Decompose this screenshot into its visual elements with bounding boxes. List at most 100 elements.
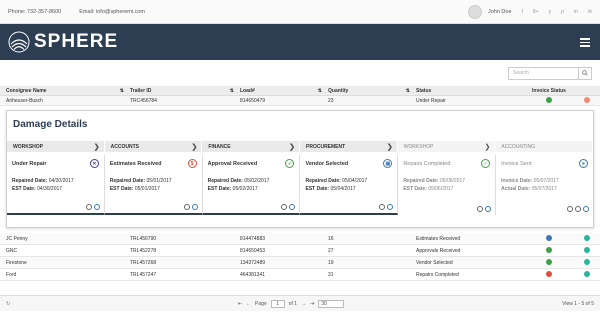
table-row[interactable]: Ford TRL457247 464381341 31 Repairs Complete… xyxy=(0,269,600,281)
user-name[interactable]: John Doe xyxy=(488,9,512,15)
send-icon: ➤ xyxy=(578,159,588,168)
facebook-icon[interactable]: f xyxy=(522,9,523,15)
brand-name: SPHERE xyxy=(34,31,119,52)
sphere-logo-icon xyxy=(8,31,30,53)
table-header: Consignee Name ⇅ Trailer ID ⇅ Load# ⇅ Quant… xyxy=(0,86,600,96)
phone-icon[interactable] xyxy=(582,206,589,212)
last-page-icon[interactable]: ⇥ xyxy=(310,301,314,307)
mail-icon[interactable]: ✉ xyxy=(588,9,592,15)
step-procurement[interactable]: PROCUREMENT ❯ xyxy=(300,141,398,152)
chevron-right-icon: ❯ xyxy=(484,143,491,151)
invoice-status-icon xyxy=(546,247,552,254)
user-menu[interactable]: John Doe xyxy=(467,4,512,19)
step-accounting[interactable]: ACCOUNTING xyxy=(495,141,594,152)
col-load[interactable]: Load# ⇅ xyxy=(240,88,328,94)
vendor-icon: ▣ xyxy=(383,159,393,168)
phone-icon[interactable] xyxy=(387,204,394,210)
search-input[interactable]: Search xyxy=(513,70,529,76)
step-workshop-2[interactable]: WORKSHOP ❯ xyxy=(397,141,496,152)
search-box[interactable]: Search xyxy=(508,66,592,80)
invoice-status-icon xyxy=(546,259,552,266)
comment-icon[interactable] xyxy=(379,204,386,210)
phone-icon[interactable] xyxy=(485,206,492,212)
card-under-repair: Under Repair ✕ Repaired Date: 04/30/2017 … xyxy=(7,155,105,215)
col-invoice-status[interactable]: Invoice Status xyxy=(524,88,574,94)
page-count: of 1 xyxy=(288,300,298,307)
youtube-icon[interactable]: y xyxy=(549,9,552,15)
sort-icon[interactable]: ⇅ xyxy=(230,88,234,94)
card-repairs-completed: Repairs Completed ✓ Repaired Date: 05/06/… xyxy=(398,155,497,215)
invoice-status-icon xyxy=(546,271,552,278)
prev-page-icon[interactable]: ← xyxy=(246,301,251,307)
col-trailer[interactable]: Trailer ID ⇅ xyxy=(130,88,240,94)
view-summary: View 1 - 5 of 5 xyxy=(562,300,594,307)
brand-header: SPHERE xyxy=(0,24,600,60)
comment-icon[interactable] xyxy=(574,206,581,212)
invoice-status-icon xyxy=(546,97,552,104)
phone-icon[interactable] xyxy=(93,204,100,210)
google-plus-icon[interactable]: 8+ xyxy=(533,9,539,15)
pagination: ⇤ ← Page 1 of 1 → ⇥ 30 xyxy=(20,299,562,308)
phone-text: Phone: 732-357-8600 xyxy=(8,8,62,15)
search-icon[interactable] xyxy=(578,66,591,80)
next-page-icon[interactable]: → xyxy=(301,301,306,307)
phone-icon[interactable] xyxy=(191,204,198,210)
chevron-right-icon: ❯ xyxy=(191,143,198,151)
social-links: f 8+ y p in ✉ xyxy=(522,9,592,15)
first-page-icon[interactable]: ⇤ xyxy=(238,301,242,307)
pinterest-icon[interactable]: p xyxy=(561,9,564,15)
sort-icon[interactable]: ⇅ xyxy=(120,88,124,94)
table-row[interactable]: GNC TRL452278 814650453 27 Approvals Receive… xyxy=(0,245,600,257)
hamburger-menu-icon[interactable] xyxy=(580,38,590,49)
page-label: Page xyxy=(255,300,267,307)
table-row[interactable]: Firestone TRL457268 134372489 19 Vendor Sele… xyxy=(0,257,600,269)
workflow-steps: WORKSHOP ❯ ACCOUNTS ❯ FINANCE ❯ PROCUREMENT… xyxy=(7,141,594,152)
comment-icon[interactable] xyxy=(85,204,92,210)
card-vendor-selected: Vendor Selected ▣ Repaired Date: 05/04/20… xyxy=(300,155,399,215)
step-workshop[interactable]: WORKSHOP ❯ xyxy=(7,141,105,152)
app-frame: Phone: 732-357-8600 Email: info@spheremi… xyxy=(0,0,600,331)
refresh-icon[interactable]: ↻ xyxy=(6,301,20,307)
table-footer: ↻ ⇤ ← Page 1 of 1 → ⇥ 30 View 1 - 5 of 5 xyxy=(0,295,600,311)
invoice-status-icon xyxy=(546,235,552,242)
email-text: Email: info@spheremi.com xyxy=(79,8,146,15)
damage-details-panel: Damage Details WORKSHOP ❯ ACCOUNTS ❯ FINAN… xyxy=(6,110,594,228)
table-row[interactable]: Anheuser-Busch TRC456784 814650479 23 Un… xyxy=(0,96,600,106)
dollar-icon: $ xyxy=(187,159,197,168)
collapse-row-icon[interactable] xyxy=(584,97,590,104)
contact-bar: Phone: 732-357-8600 Email: info@spheremi… xyxy=(0,0,600,24)
comment-icon[interactable] xyxy=(183,204,190,210)
expand-row-icon[interactable] xyxy=(584,259,590,266)
per-page-select[interactable]: 30 xyxy=(318,299,345,308)
attachment-icon[interactable] xyxy=(566,206,573,212)
step-accounts[interactable]: ACCOUNTS ❯ xyxy=(104,141,203,152)
details-title: Damage Details xyxy=(13,119,88,130)
col-consignee[interactable]: Consignee Name ⇅ xyxy=(0,88,130,94)
card-estimates-received: Estimates Received $ Repaired Date: 05/01… xyxy=(104,155,203,215)
card-invoice-sent: Invoice Sent ➤ Invoice Date: 05/07/2017 A… xyxy=(496,155,593,215)
card-approval-received: Approval Received ✓ Repaired Date: 05/02/… xyxy=(202,155,301,215)
check-icon: ✓ xyxy=(285,159,295,168)
expand-row-icon[interactable] xyxy=(584,247,590,254)
avatar[interactable] xyxy=(467,4,482,19)
sort-icon[interactable]: ⇅ xyxy=(406,88,410,94)
status-cards: Under Repair ✕ Repaired Date: 04/30/2017 … xyxy=(7,155,593,215)
chevron-right-icon: ❯ xyxy=(386,143,393,151)
chevron-right-icon: ❯ xyxy=(289,143,296,151)
expand-row-icon[interactable] xyxy=(584,235,590,242)
comment-icon[interactable] xyxy=(477,206,484,212)
check-icon: ✓ xyxy=(481,159,491,168)
sort-icon[interactable]: ⇅ xyxy=(318,88,322,94)
phone-icon[interactable] xyxy=(289,204,296,210)
search-row: Search xyxy=(0,60,600,86)
step-finance[interactable]: FINANCE ❯ xyxy=(202,141,301,152)
page-input[interactable]: 1 xyxy=(270,299,285,308)
chevron-right-icon: ❯ xyxy=(93,143,100,151)
expand-row-icon[interactable] xyxy=(584,271,590,278)
order-table-body: JC Penny TRL456790 814474883 16 Estimates Re… xyxy=(0,233,600,281)
linkedin-icon[interactable]: in xyxy=(574,9,578,15)
col-quantity[interactable]: Quantity ⇅ xyxy=(328,88,416,94)
col-status[interactable]: Status xyxy=(416,88,524,94)
table-row[interactable]: JC Penny TRL456790 814474883 16 Estimates Re… xyxy=(0,233,600,245)
comment-icon[interactable] xyxy=(281,204,288,210)
